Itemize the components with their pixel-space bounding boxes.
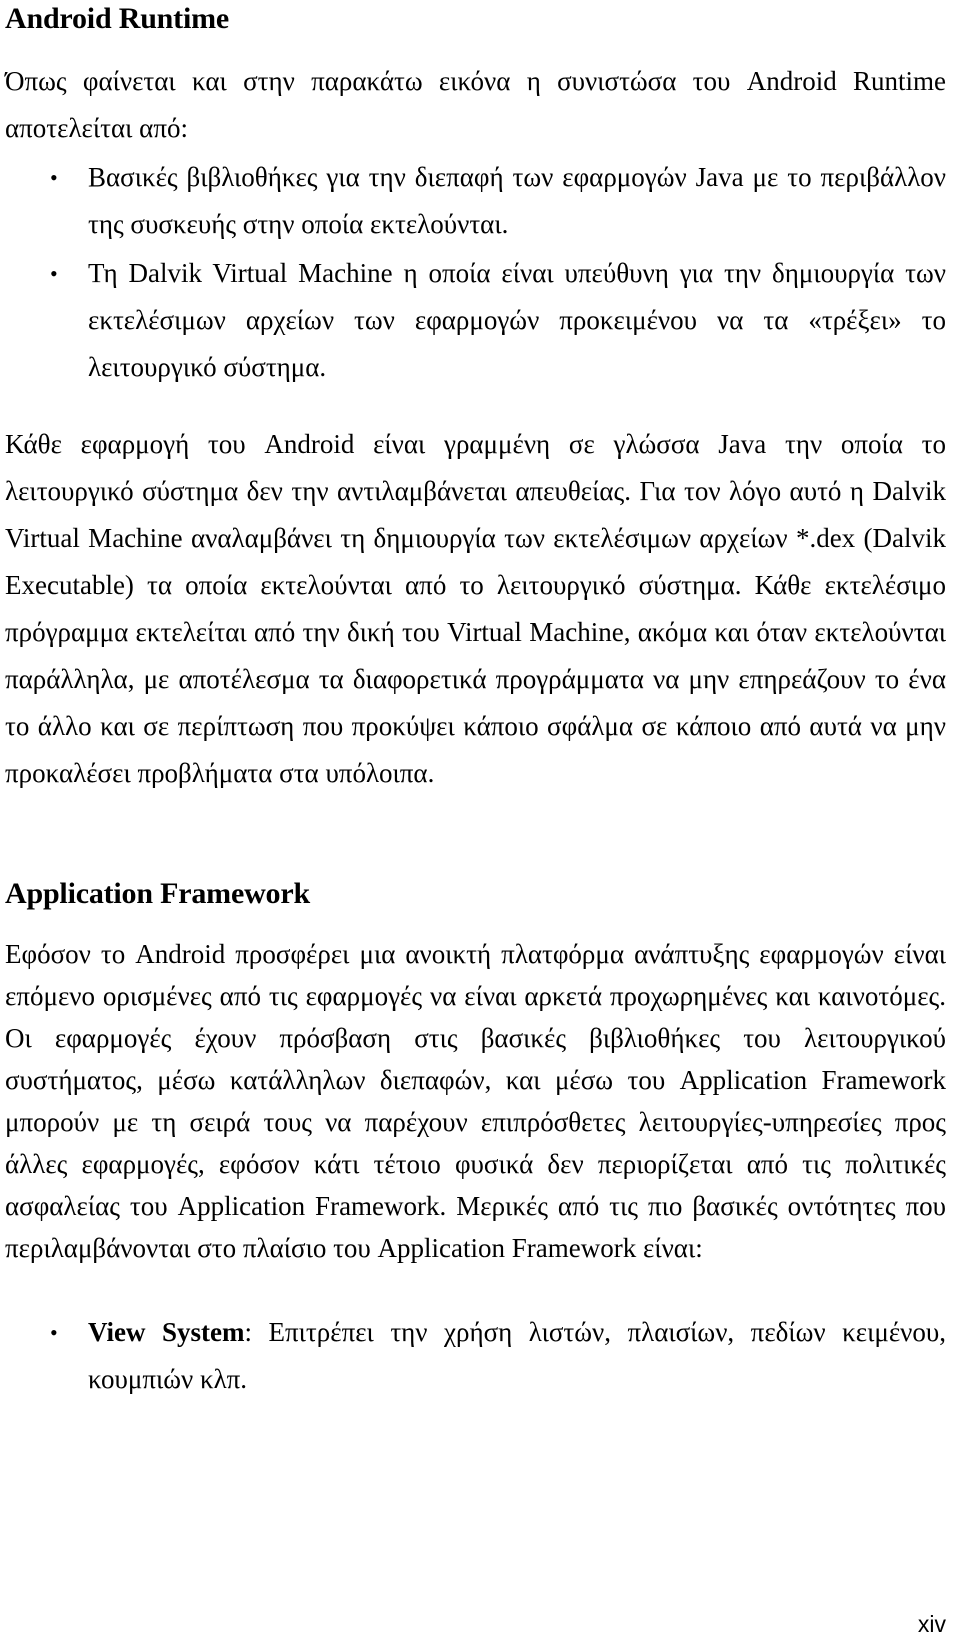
list-item-term: View System xyxy=(88,1317,245,1347)
list-item: View System: Επιτρέπει την χρήση λιστών,… xyxy=(5,1309,946,1403)
android-runtime-body-paragraph: Κάθε εφαρμογή του Android είναι γραμμένη… xyxy=(5,429,946,788)
section-heading-android-runtime: Android Runtime xyxy=(5,2,229,35)
page-number: xiv xyxy=(917,1611,946,1637)
document-page: Android Runtime Όπως φαίνεται και στην π… xyxy=(0,0,960,1647)
list-item: Τη Dalvik Virtual Machine η οποία είναι … xyxy=(5,250,946,391)
section-heading-application-framework: Application Framework xyxy=(5,877,310,910)
application-framework-bullet-list: View System: Επιτρέπει την χρήση λιστών,… xyxy=(5,1309,946,1403)
android-runtime-intro-paragraph: Όπως φαίνεται και στην παρακάτω εικόνα η… xyxy=(5,66,946,143)
android-runtime-bullet-list: Βασικές βιβλιοθήκες για την διεπαφή των … xyxy=(5,154,946,391)
list-item: Βασικές βιβλιοθήκες για την διεπαφή των … xyxy=(5,154,946,248)
application-framework-body-paragraph: Εφόσον το Android προσφέρει μια ανοικτή … xyxy=(5,939,946,1263)
list-item-separator: : xyxy=(244,1317,269,1347)
